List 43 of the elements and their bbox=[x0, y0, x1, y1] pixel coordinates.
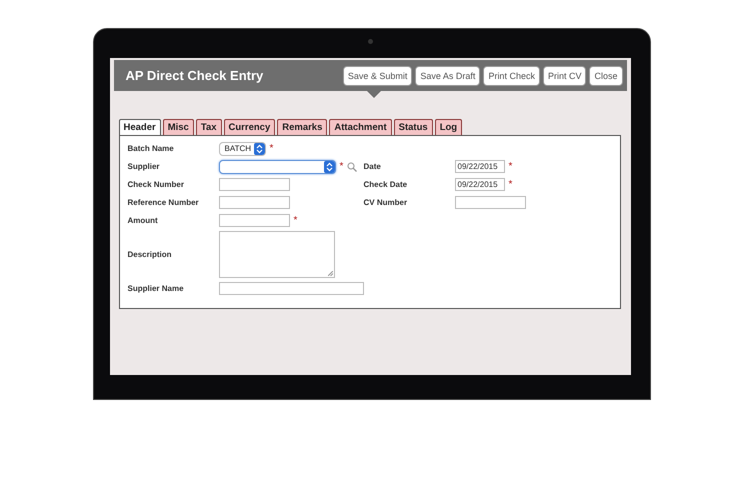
field-label: CV Number bbox=[364, 198, 408, 207]
tab[interactable]: Status bbox=[394, 119, 433, 135]
action-button[interactable]: Save & Submit bbox=[342, 66, 412, 86]
tab[interactable]: Log bbox=[434, 119, 462, 135]
tab[interactable]: Misc bbox=[162, 119, 194, 135]
tab[interactable]: Attachment bbox=[329, 119, 392, 135]
field-label: Date bbox=[364, 162, 382, 171]
select-field[interactable] bbox=[218, 160, 336, 174]
field-label: Check Date bbox=[364, 180, 408, 189]
tab[interactable]: Currency bbox=[224, 119, 276, 135]
search-icon[interactable] bbox=[347, 162, 358, 172]
select-field[interactable]: BATCH bbox=[218, 142, 266, 156]
input-field[interactable] bbox=[218, 214, 290, 227]
field-label: Amount bbox=[128, 216, 159, 225]
required-mark: * bbox=[270, 144, 274, 154]
action-button[interactable]: Save As Draft bbox=[415, 66, 480, 86]
window-title: AP Direct Check Entry bbox=[126, 68, 264, 83]
action-button[interactable]: Print CV bbox=[542, 66, 586, 86]
tab[interactable]: Tax bbox=[196, 119, 222, 135]
input-field[interactable] bbox=[218, 282, 364, 295]
textarea-field[interactable] bbox=[218, 231, 334, 278]
dropdown-arrows-icon bbox=[254, 142, 264, 154]
field-label: Description bbox=[128, 250, 173, 259]
required-mark: * bbox=[294, 216, 298, 226]
input-field[interactable]: 09/22/2015 bbox=[454, 178, 504, 191]
field-label: Check Number bbox=[128, 180, 185, 189]
action-button[interactable]: Close bbox=[589, 66, 622, 86]
input-field[interactable] bbox=[218, 178, 290, 191]
required-mark: * bbox=[340, 162, 344, 172]
required-mark: * bbox=[508, 180, 512, 190]
input-field[interactable]: 09/22/2015 bbox=[454, 160, 504, 173]
field-label: Batch Name bbox=[128, 144, 175, 153]
input-field[interactable] bbox=[218, 196, 290, 209]
field-label: Supplier Name bbox=[128, 284, 185, 293]
field-label: Reference Number bbox=[128, 198, 200, 207]
required-mark: * bbox=[508, 162, 512, 172]
dropdown-arrows-icon bbox=[324, 160, 334, 172]
resize-handle-icon[interactable] bbox=[328, 271, 332, 276]
field-label: Supplier bbox=[128, 162, 161, 171]
tab[interactable]: Remarks bbox=[277, 119, 328, 135]
tab[interactable]: Header bbox=[118, 119, 161, 135]
action-button[interactable]: Print Check bbox=[483, 66, 540, 86]
input-field[interactable] bbox=[454, 196, 526, 209]
